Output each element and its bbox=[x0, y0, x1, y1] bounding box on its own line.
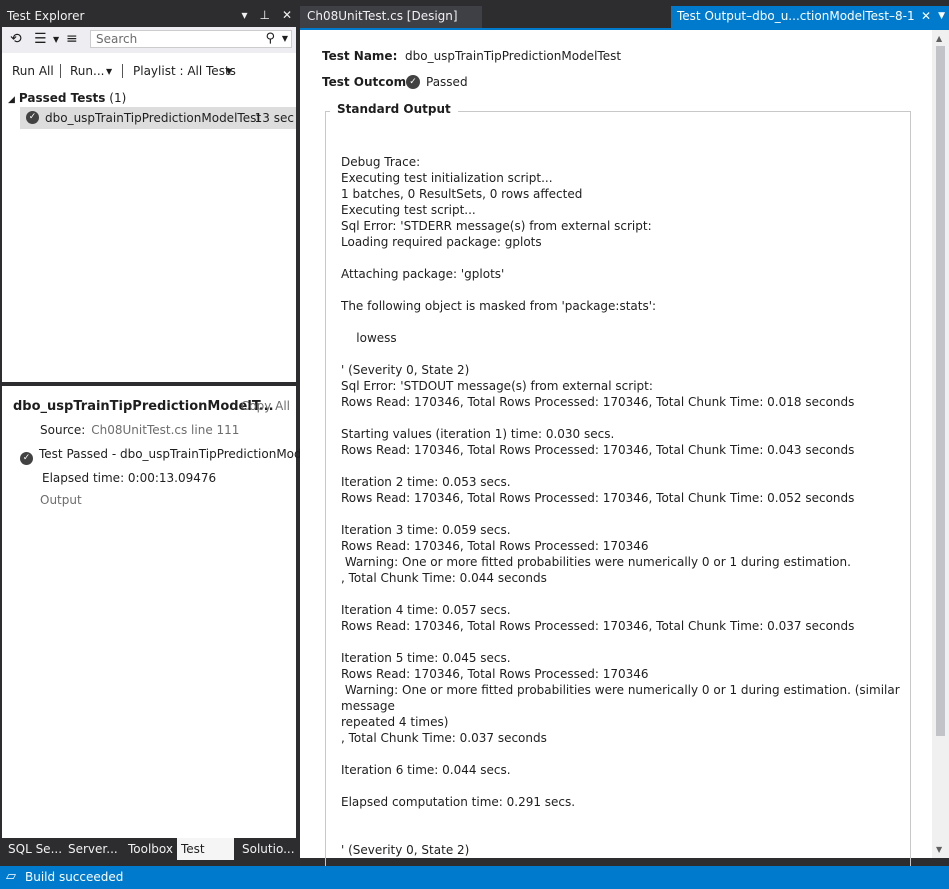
tab-server-explorer[interactable]: Server... bbox=[64, 838, 122, 860]
tab-sql-server-explorer[interactable]: SQL Se... bbox=[4, 838, 66, 860]
close-tab-icon[interactable]: ✕ bbox=[921, 6, 931, 26]
expand-triangle-icon[interactable]: ◢ bbox=[8, 95, 15, 105]
toolbar-separator bbox=[122, 64, 123, 78]
vertical-scrollbar[interactable]: ▲ ▼ bbox=[932, 30, 949, 858]
tab-solution-explorer[interactable]: Solutio... bbox=[238, 838, 299, 860]
test-outcome-label: Test Outcome: bbox=[322, 75, 420, 89]
detail-status: ✓ Test Passed - dbo_uspTrainTipPrediction… bbox=[20, 447, 320, 465]
test-row[interactable]: ✓ dbo_uspTrainTipPredictionModelTest 13 … bbox=[20, 107, 296, 129]
run-all-button[interactable]: Run All bbox=[12, 64, 54, 78]
run-dropdown-icon[interactable]: ▼ bbox=[106, 67, 112, 76]
detail-title: dbo_uspTrainTipPredictionModelT... bbox=[13, 399, 274, 414]
output-link[interactable]: Output bbox=[40, 493, 82, 507]
source-label: Source: bbox=[40, 423, 86, 437]
tab-toolbox[interactable]: Toolbox bbox=[124, 838, 177, 860]
copy-all-link[interactable]: Copy All bbox=[241, 399, 290, 413]
test-name-label: Test Name: bbox=[322, 49, 398, 63]
scrollbar-thumb[interactable] bbox=[936, 46, 945, 736]
status-text: Test Passed - dbo_uspTrainTipPredictionM… bbox=[39, 447, 320, 461]
status-text: Build succeeded bbox=[25, 870, 124, 884]
scroll-down-icon[interactable]: ▼ bbox=[936, 845, 942, 854]
playlist-chevron-icon[interactable]: ▼ bbox=[226, 67, 232, 76]
document-tab-bar: Ch08UnitTest.cs [Design] Test Output–dbo… bbox=[300, 6, 949, 28]
refresh-icon[interactable]: ⟲ bbox=[10, 31, 22, 47]
pin-icon[interactable]: ⊥ bbox=[259, 8, 269, 22]
test-name: dbo_uspTrainTipPredictionModelTest bbox=[45, 111, 262, 125]
scroll-up-icon[interactable]: ▲ bbox=[936, 34, 942, 43]
playlist-icon[interactable]: ≡ bbox=[66, 31, 78, 47]
test-explorer-panel: Test Explorer ▾ ⊥ ✕ ⟲ ☰ ▼ ≡ Search ⚲ ▼ R… bbox=[0, 0, 320, 878]
search-box[interactable]: Search ⚲ ▼ bbox=[90, 30, 292, 48]
toolbar-separator bbox=[60, 64, 61, 78]
build-icon: ▱ bbox=[6, 869, 16, 884]
search-input[interactable]: Search bbox=[96, 32, 137, 46]
bottom-tool-tabs: SQL Se... Server... Toolbox Test Ex... S… bbox=[0, 838, 299, 878]
passed-tests-group[interactable]: ◢ Passed Tests (1) bbox=[8, 91, 126, 105]
window-menu-icon[interactable]: ▾ bbox=[241, 8, 247, 22]
search-icon[interactable]: ⚲ bbox=[265, 31, 275, 46]
tab-test-explorer[interactable]: Test Ex... bbox=[177, 838, 234, 878]
group-count: (1) bbox=[109, 91, 127, 105]
test-output-document: Test Name: dbo_uspTrainTipPredictionMode… bbox=[300, 28, 949, 871]
close-icon[interactable]: ✕ bbox=[282, 8, 292, 22]
tab-design[interactable]: Ch08UnitTest.cs [Design] bbox=[300, 6, 482, 28]
tab-list-icon[interactable]: ▼ bbox=[938, 6, 945, 26]
tab-design-label: Ch08UnitTest.cs [Design] bbox=[307, 9, 458, 23]
search-options-icon[interactable]: ▼ bbox=[282, 34, 288, 43]
test-explorer-title: Test Explorer bbox=[7, 9, 85, 23]
test-name-value: dbo_uspTrainTipPredictionModelTest bbox=[405, 49, 622, 63]
passed-check-icon: ✓ bbox=[26, 111, 39, 124]
test-explorer-titlebar: Test Explorer ▾ ⊥ ✕ bbox=[0, 6, 298, 26]
detail-source: Source: Ch08UnitTest.cs line 111 bbox=[40, 423, 239, 437]
standard-output-text: Debug Trace: Executing test initializati… bbox=[341, 155, 900, 857]
passed-check-icon: ✓ bbox=[20, 452, 33, 465]
tab-test-output[interactable]: Test Output–dbo_u...ctionModelTest–8-1 ✕… bbox=[671, 6, 949, 28]
standard-output-label: Standard Output bbox=[330, 102, 458, 116]
run-button[interactable]: Run... bbox=[70, 64, 104, 78]
elapsed-time: Elapsed time: 0:00:13.09476 bbox=[42, 471, 217, 485]
test-duration: 13 sec bbox=[254, 111, 294, 125]
status-bar: ▱ Build succeeded bbox=[0, 866, 949, 889]
chevron-down-icon[interactable]: ▼ bbox=[53, 35, 59, 44]
test-explorer-body: ⟲ ☰ ▼ ≡ Search ⚲ ▼ Run All Run... ▼ Play… bbox=[2, 27, 320, 858]
tab-output-label: Test Output–dbo_u...ctionModelTest–8-1 bbox=[677, 9, 915, 23]
group-by-icon[interactable]: ☰ bbox=[34, 31, 47, 47]
test-outcome-value: Passed bbox=[426, 75, 468, 89]
test-detail-pane: dbo_uspTrainTipPredictionModelT... Copy … bbox=[2, 386, 320, 838]
test-explorer-toolbar: ⟲ ☰ ▼ ≡ Search ⚲ ▼ bbox=[2, 27, 296, 54]
playlist-dropdown[interactable]: Playlist : All Tests bbox=[133, 64, 236, 78]
run-toolbar: Run All Run... ▼ Playlist : All Tests ▼ bbox=[2, 53, 296, 89]
group-label: Passed Tests bbox=[18, 91, 106, 105]
passed-check-icon: ✓ bbox=[406, 75, 420, 89]
source-link[interactable]: Ch08UnitTest.cs line 111 bbox=[91, 423, 239, 437]
